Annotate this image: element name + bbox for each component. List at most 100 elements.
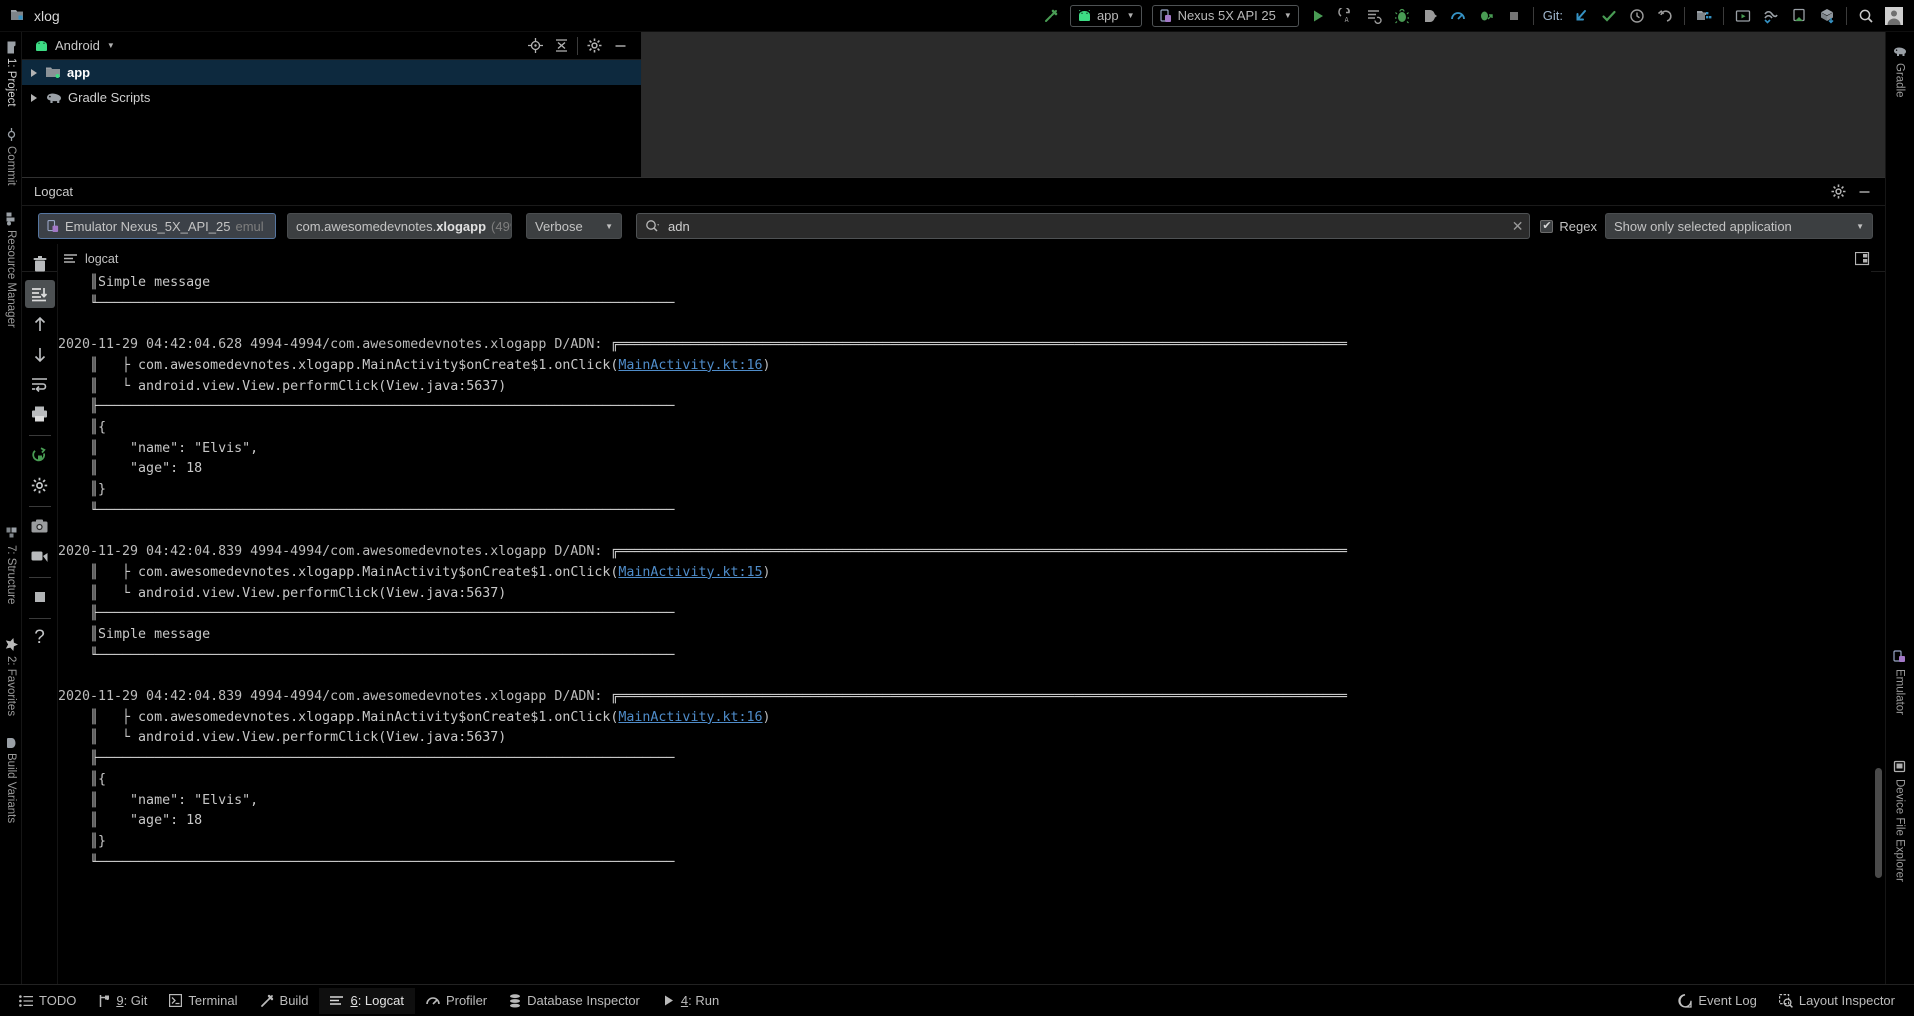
clear-logcat-icon[interactable] — [25, 250, 55, 278]
log-line[interactable]: ╙───────────────────────────────────────… — [58, 501, 1871, 522]
log-line[interactable] — [58, 521, 1871, 542]
status-item-git[interactable]: 9: Git — [87, 988, 158, 1014]
sidebar-item-project[interactable]: 1: Project — [0, 36, 22, 107]
log-source-link[interactable]: MainActivity.kt:16 — [618, 710, 762, 725]
sync-gradle-icon[interactable] — [1813, 3, 1841, 29]
build-hammer-icon[interactable] — [1037, 3, 1065, 29]
apply-changes-icon[interactable]: A — [1332, 3, 1360, 29]
debug-icon[interactable] — [1388, 3, 1416, 29]
log-line[interactable]: ║} — [58, 832, 1871, 853]
log-line[interactable]: ╙───────────────────────────────────────… — [58, 294, 1871, 315]
sidebar-item-device-file-explorer[interactable]: Device File Explorer — [1885, 752, 1914, 882]
scroll-up-icon[interactable] — [25, 310, 55, 338]
status-item-event-log[interactable]: Event Log — [1667, 988, 1768, 1014]
search-everywhere-icon[interactable] — [1852, 3, 1880, 29]
attach-debugger-icon[interactable] — [1416, 3, 1444, 29]
git-commit-icon[interactable] — [1595, 3, 1623, 29]
log-line[interactable]: ╟───────────────────────────────────────… — [58, 604, 1871, 625]
log-line[interactable]: ║ └ android.view.View.performClick(View.… — [58, 728, 1871, 749]
log-line[interactable]: ╟───────────────────────────────────────… — [58, 397, 1871, 418]
log-line[interactable]: ║ "name": "Elvis", — [58, 439, 1871, 460]
log-line[interactable] — [58, 666, 1871, 687]
git-history-icon[interactable] — [1623, 3, 1651, 29]
sidebar-item-structure[interactable]: 7: Structure — [0, 522, 22, 604]
log-line[interactable]: ║ "age": 18 — [58, 811, 1871, 832]
device-selector[interactable]: Nexus 5X API 25 ▼ — [1151, 4, 1299, 27]
log-line[interactable]: ║ └ android.view.View.performClick(View.… — [58, 584, 1871, 605]
screenshot-camera-icon[interactable] — [25, 512, 55, 540]
logcat-search-box[interactable]: ✕ — [636, 213, 1531, 239]
sidebar-item-gradle[interactable]: Gradle — [1885, 38, 1914, 98]
print-icon[interactable] — [25, 400, 55, 428]
profile-debug-icon[interactable] — [1472, 3, 1500, 29]
help-question-icon[interactable]: ? — [25, 624, 55, 652]
git-update-icon[interactable] — [1567, 3, 1595, 29]
sidebar-item-emulator[interactable]: Emulator — [1885, 642, 1914, 715]
apply-code-changes-icon[interactable] — [1360, 3, 1388, 29]
restart-icon[interactable] — [25, 441, 55, 469]
chevron-right-icon[interactable] — [31, 93, 37, 102]
logcat-tab-label[interactable]: logcat — [85, 252, 118, 266]
status-item-layout-inspector[interactable]: Layout Inspector — [1768, 988, 1906, 1014]
avd-manager-icon[interactable] — [1729, 3, 1757, 29]
log-line[interactable]: ║} — [58, 480, 1871, 501]
run-device-icon[interactable] — [1785, 3, 1813, 29]
tree-item-app[interactable]: app — [22, 60, 641, 85]
log-line[interactable]: ║ ├ com.awesomedevnotes.xlogapp.MainActi… — [58, 563, 1871, 584]
status-item-database-inspector[interactable]: Database Inspector — [498, 988, 651, 1014]
log-line[interactable]: ║Simple message — [58, 273, 1871, 294]
log-line[interactable]: ╟───────────────────────────────────────… — [58, 749, 1871, 770]
select-opened-file-icon[interactable] — [522, 34, 548, 58]
log-line[interactable]: 2020-11-29 04:42:04.839 4994-4994/com.aw… — [58, 542, 1871, 563]
hide-icon[interactable] — [607, 34, 633, 58]
filter-scope-dropdown[interactable]: Show only selected application ▼ — [1605, 213, 1873, 239]
chevron-down-icon[interactable]: ▼ — [107, 41, 115, 50]
profiler-icon[interactable] — [1444, 3, 1472, 29]
close-icon[interactable]: ✕ — [1512, 218, 1524, 235]
status-item-build[interactable]: Build — [249, 988, 320, 1014]
sdk-manager-icon[interactable] — [1757, 3, 1785, 29]
settings-gear-icon[interactable] — [581, 34, 607, 58]
log-line[interactable]: ║{ — [58, 770, 1871, 791]
soft-wrap-icon[interactable] — [25, 370, 55, 398]
log-line[interactable]: ║{ — [58, 418, 1871, 439]
log-line[interactable] — [58, 314, 1871, 335]
log-line[interactable]: 2020-11-29 04:42:04.839 4994-4994/com.aw… — [58, 687, 1871, 708]
search-input[interactable] — [668, 218, 1504, 234]
logcat-scrollbar[interactable] — [1874, 274, 1883, 974]
scroll-down-icon[interactable] — [25, 340, 55, 368]
log-line[interactable]: ╙───────────────────────────────────────… — [58, 853, 1871, 874]
collapse-all-icon[interactable] — [548, 34, 574, 58]
status-item-logcat[interactable]: 6: Logcat — [319, 987, 415, 1014]
sidebar-item-commit[interactable]: Commit — [0, 122, 22, 186]
sidebar-item-resource-manager[interactable]: Resource Manager — [0, 207, 22, 328]
log-line[interactable]: ║ "age": 18 — [58, 459, 1871, 480]
user-avatar-icon[interactable] — [1880, 3, 1908, 29]
stop-square-icon[interactable] — [25, 583, 55, 611]
status-item-run[interactable]: 4: Run — [651, 988, 730, 1014]
log-line[interactable]: ╙───────────────────────────────────────… — [58, 646, 1871, 667]
screen-record-icon[interactable] — [25, 542, 55, 570]
log-line[interactable]: ║ "name": "Elvis", — [58, 791, 1871, 812]
log-source-link[interactable]: MainActivity.kt:15 — [618, 565, 762, 580]
log-line[interactable]: 2020-11-29 04:42:04.628 4994-4994/com.aw… — [58, 335, 1871, 356]
split-view-icon[interactable] — [1849, 247, 1875, 271]
log-level-dropdown[interactable]: Verbose ▼ — [526, 213, 622, 239]
scroll-to-end-icon[interactable] — [24, 280, 55, 308]
run-configuration-selector[interactable]: app ▼ — [1069, 4, 1142, 27]
run-icon[interactable] — [1304, 3, 1332, 29]
device-selector-dropdown[interactable]: Emulator Nexus_5X_API_25 emul ▼ — [38, 213, 276, 239]
scrollbar-thumb[interactable] — [1875, 768, 1882, 878]
settings-gear-icon[interactable] — [25, 471, 55, 499]
settings-gear-icon[interactable] — [1825, 180, 1851, 204]
log-line[interactable]: ║ └ android.view.View.performClick(View.… — [58, 377, 1871, 398]
process-selector-dropdown[interactable]: com.awesomedevnotes. xlogapp (499 ▼ — [287, 213, 512, 239]
sidebar-item-build-variants[interactable]: Build Variants — [0, 732, 22, 823]
logcat-output[interactable]: ║Simple message ╙───────────────────────… — [58, 270, 1871, 984]
log-line[interactable]: ║ ├ com.awesomedevnotes.xlogapp.MainActi… — [58, 708, 1871, 729]
stop-icon[interactable] — [1500, 3, 1528, 29]
chevron-right-icon[interactable] — [31, 68, 37, 77]
status-item-terminal[interactable]: Terminal — [158, 988, 248, 1014]
project-structure-icon[interactable] — [1690, 3, 1718, 29]
hide-icon[interactable] — [1851, 180, 1877, 204]
